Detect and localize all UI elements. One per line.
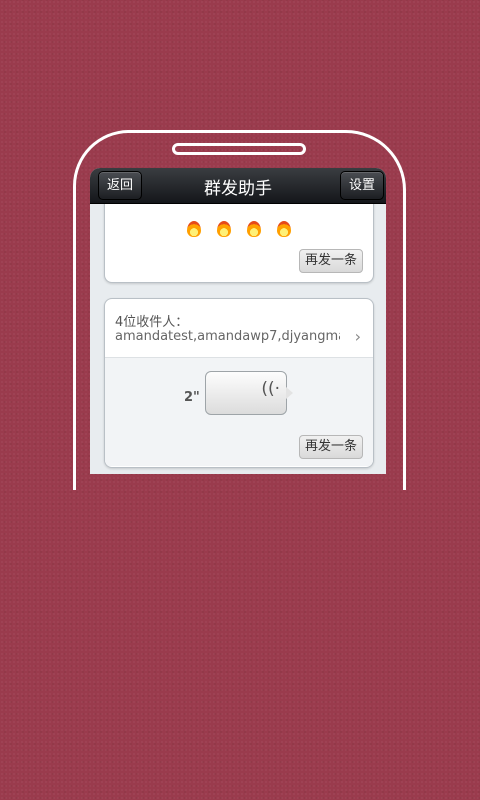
fire-emoji	[217, 221, 231, 237]
voice-bubble[interactable]: ((·	[205, 371, 293, 415]
recipients-list: amandatest,amandawp7,djyangmao...	[115, 329, 340, 344]
title-bar: 返回 群发助手 设置	[90, 168, 386, 204]
voice-duration: 2"	[184, 390, 200, 405]
resend-button[interactable]: 再发一条	[298, 435, 363, 459]
message-card: 4位收件人： amandatest,amandawp7,djyangmao...…	[104, 298, 374, 468]
recipients-row[interactable]: 4位收件人： amandatest,amandawp7,djyangmao...…	[105, 299, 373, 358]
app-screen: 再发一条 4位收件人： amandatest,amandawp7,djyangm…	[90, 168, 386, 474]
chevron-right-icon: ›	[354, 327, 361, 346]
phone-speaker-drawing	[172, 143, 306, 155]
recipients-count: 4位收件人：	[115, 315, 189, 330]
sound-wave-icon: ((·	[261, 379, 280, 399]
emoji-row	[105, 221, 373, 237]
fire-emoji	[247, 221, 261, 237]
fire-emoji	[277, 221, 291, 237]
settings-button[interactable]: 设置	[339, 171, 384, 200]
resend-button[interactable]: 再发一条	[298, 249, 363, 273]
fire-emoji	[187, 221, 201, 237]
